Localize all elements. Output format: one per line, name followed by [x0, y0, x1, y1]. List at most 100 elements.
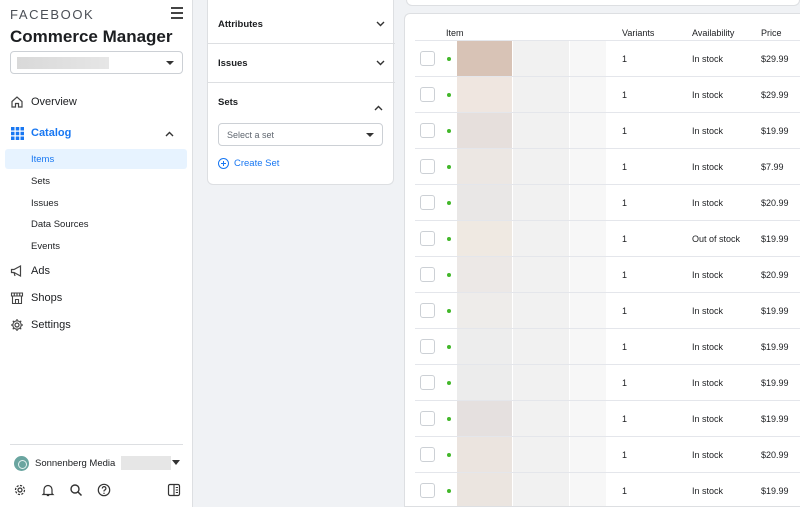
variants-cell: 1	[622, 270, 628, 280]
megaphone-icon	[10, 264, 24, 278]
row-checkbox[interactable]	[420, 375, 435, 390]
help-icon[interactable]	[96, 482, 112, 498]
availability-cell: In stock	[692, 342, 724, 352]
filter-issues[interactable]: Issues	[208, 44, 395, 83]
table-row[interactable]: 1 Out of stock $19.99	[415, 220, 800, 257]
availability-cell: In stock	[692, 162, 724, 172]
chevron-up-icon[interactable]	[374, 98, 383, 116]
storefront-icon	[10, 291, 24, 305]
filter-sets-label[interactable]: Sets	[218, 97, 238, 108]
sidebar-item-label: Settings	[31, 319, 71, 331]
status-dot	[447, 129, 451, 133]
bell-icon[interactable]	[40, 482, 56, 498]
hamburger-menu-icon[interactable]	[171, 7, 183, 19]
sidebar-item-settings[interactable]: Settings	[10, 314, 186, 336]
sidebar-subitem-events[interactable]: Events	[5, 236, 187, 256]
table-row[interactable]: 1 In stock $19.99	[415, 112, 800, 149]
home-icon	[10, 95, 24, 109]
item-thumbnail-redacted	[457, 221, 512, 257]
chevron-down-icon	[376, 58, 385, 69]
filter-attributes[interactable]: Attributes	[208, 5, 395, 44]
sidebar-subitem-sets[interactable]: Sets	[5, 171, 187, 191]
availability-cell: In stock	[692, 198, 724, 208]
status-dot	[447, 57, 451, 61]
column-header-variants[interactable]: Variants	[622, 28, 654, 38]
sidebar-subitem-issues[interactable]: Issues	[5, 193, 187, 213]
panel-toggle-icon[interactable]	[166, 482, 182, 498]
availability-cell: In stock	[692, 54, 724, 64]
row-checkbox[interactable]	[420, 123, 435, 138]
row-checkbox[interactable]	[420, 159, 435, 174]
variants-cell: 1	[622, 378, 628, 388]
set-select-dropdown[interactable]: Select a set	[218, 123, 383, 146]
table-row[interactable]: 1 In stock $29.99	[415, 76, 800, 113]
item-thumbnail-redacted	[457, 401, 512, 437]
column-header-price[interactable]: Price	[761, 28, 782, 38]
table-row[interactable]: 1 In stock $20.99	[415, 256, 800, 293]
table-row[interactable]: 1 In stock $20.99	[415, 184, 800, 221]
row-checkbox[interactable]	[420, 483, 435, 498]
table-row[interactable]: 1 In stock $19.99	[415, 364, 800, 401]
items-table: Item Variants Availability Price 1 In sto…	[404, 13, 800, 507]
table-row[interactable]: 1 In stock $29.99	[415, 40, 800, 77]
business-switcher[interactable]: Sonnenberg Media	[14, 453, 186, 473]
table-row[interactable]: 1 In stock $19.99	[415, 400, 800, 437]
item-thumbnail-redacted	[457, 329, 512, 365]
availability-cell: Out of stock	[692, 234, 741, 244]
item-detail-redacted	[570, 41, 606, 77]
account-selector[interactable]	[10, 51, 183, 74]
table-row[interactable]: 1 In stock $20.99	[415, 436, 800, 473]
create-set-button[interactable]: Create Set	[218, 156, 279, 170]
sidebar-item-ads[interactable]: Ads	[10, 260, 186, 282]
status-dot	[447, 93, 451, 97]
row-checkbox[interactable]	[420, 411, 435, 426]
item-detail-redacted	[570, 293, 606, 329]
item-name-redacted	[513, 401, 569, 437]
business-avatar	[14, 455, 29, 471]
row-checkbox[interactable]	[420, 447, 435, 462]
divider	[10, 444, 183, 445]
filter-label: Issues	[218, 57, 248, 69]
price-cell: $7.99	[761, 162, 784, 172]
column-header-availability[interactable]: Availability	[692, 28, 734, 38]
variants-cell: 1	[622, 90, 628, 100]
row-checkbox[interactable]	[420, 303, 435, 318]
item-name-redacted	[513, 293, 569, 329]
variants-cell: 1	[622, 234, 628, 244]
item-name-redacted	[513, 149, 569, 185]
table-row[interactable]: 1 In stock $19.99	[415, 292, 800, 329]
sidebar-subitem-items[interactable]: Items	[5, 149, 187, 169]
row-checkbox[interactable]	[420, 267, 435, 282]
item-detail-redacted	[570, 149, 606, 185]
item-detail-redacted	[570, 473, 606, 506]
gear-icon[interactable]	[12, 482, 28, 498]
column-header-item[interactable]: Item	[446, 28, 464, 38]
item-thumbnail-redacted	[457, 77, 512, 113]
search-icon[interactable]	[68, 482, 84, 498]
row-checkbox[interactable]	[420, 231, 435, 246]
chevron-down-icon	[376, 19, 385, 30]
availability-cell: In stock	[692, 378, 724, 388]
row-checkbox[interactable]	[420, 195, 435, 210]
variants-cell: 1	[622, 342, 628, 352]
row-checkbox[interactable]	[420, 339, 435, 354]
row-checkbox[interactable]	[420, 87, 435, 102]
table-row[interactable]: 1 In stock $19.99	[415, 328, 800, 365]
row-checkbox[interactable]	[420, 51, 435, 66]
table-row[interactable]: 1 In stock $19.99	[415, 472, 800, 506]
item-thumbnail-redacted	[457, 41, 512, 77]
sidebar-item-shops[interactable]: Shops	[10, 287, 186, 309]
item-detail-redacted	[570, 113, 606, 149]
item-thumbnail-redacted	[457, 473, 512, 506]
sidebar-item-overview[interactable]: Overview	[10, 91, 186, 113]
sidebar-item-label: Ads	[31, 265, 50, 277]
price-cell: $19.99	[761, 126, 789, 136]
table-row[interactable]: 1 In stock $7.99	[415, 148, 800, 185]
sidebar-item-catalog[interactable]: Catalog	[10, 122, 186, 144]
account-name-redacted	[17, 57, 109, 69]
sidebar-item-label: Overview	[31, 96, 77, 108]
item-detail-redacted	[570, 77, 606, 113]
sidebar-subitem-data-sources[interactable]: Data Sources	[5, 214, 187, 234]
variants-cell: 1	[622, 54, 628, 64]
item-detail-redacted	[570, 365, 606, 401]
